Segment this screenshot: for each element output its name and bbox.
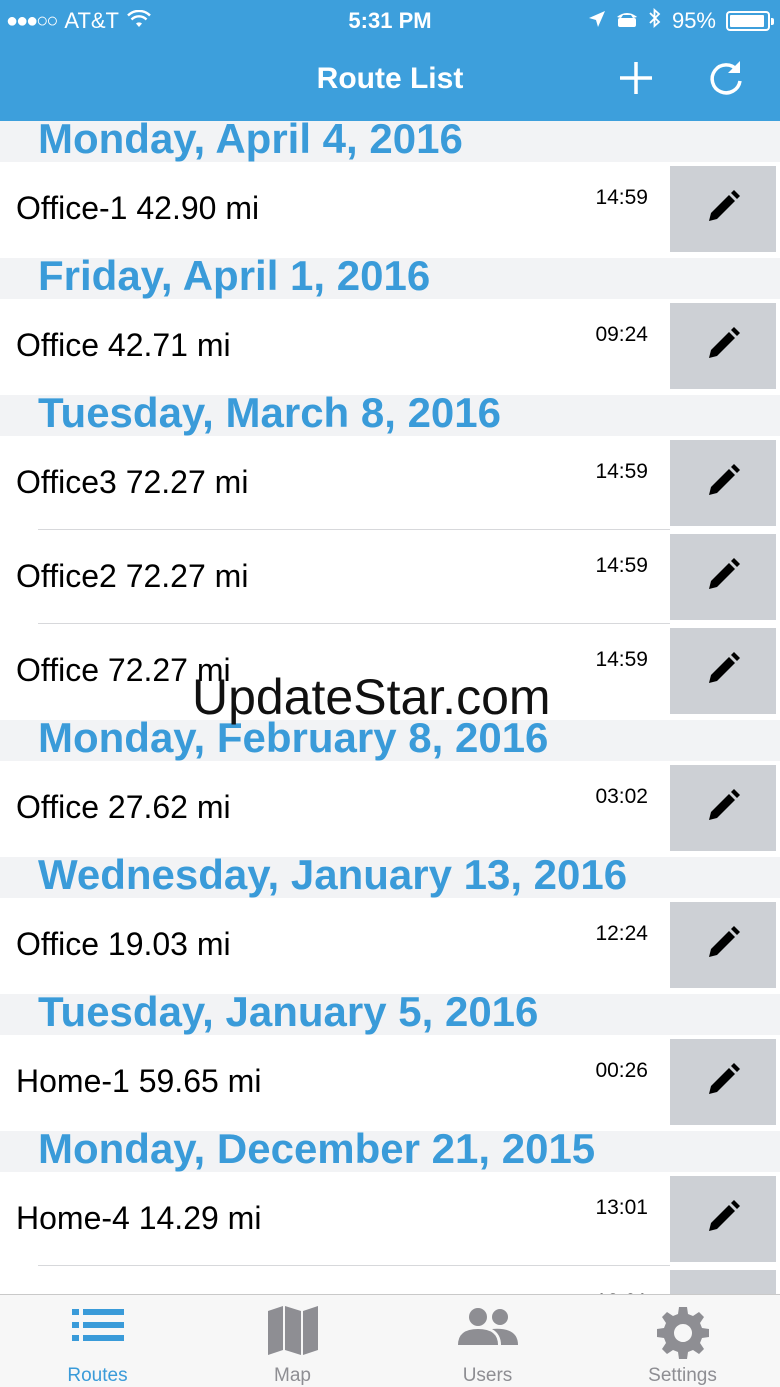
battery-percent: 95%: [671, 8, 716, 33]
section-date: Wednesday, January 13, 2016: [38, 851, 628, 898]
route-time: 12:24: [595, 922, 648, 945]
edit-route-button[interactable]: [670, 1039, 776, 1125]
edit-route-button[interactable]: [670, 166, 776, 252]
list-icon: [0, 1305, 195, 1345]
route-row[interactable]: Office 42.71 mi 09:24: [0, 299, 780, 393]
tab-bar: Routes Map Users Settings: [0, 1294, 780, 1387]
route-row[interactable]: Office-1 42.90 mi 14:59: [0, 162, 780, 256]
edit-route-button[interactable]: [670, 1176, 776, 1262]
section-date: Monday, April 4, 2016: [38, 121, 463, 162]
section-header: Monday, April 4, 2016: [0, 121, 780, 162]
route-label: Office-1 42.90 mi: [16, 190, 260, 226]
pencil-icon: [703, 1060, 743, 1105]
users-icon: [390, 1305, 585, 1349]
status-bar: ●●●○○ AT&T 5:31 PM 95%: [0, 0, 780, 40]
section-date: Tuesday, January 5, 2016: [38, 988, 539, 1035]
pencil-icon: [703, 1197, 743, 1242]
edit-route-button[interactable]: [670, 1270, 776, 1294]
plus-icon: [618, 60, 654, 101]
add-route-button[interactable]: [610, 54, 662, 106]
pencil-icon: [703, 461, 743, 506]
tab-label-routes: Routes: [67, 1365, 128, 1386]
edit-route-button[interactable]: [670, 534, 776, 620]
bluetooth-icon: [648, 7, 662, 34]
section-date: Friday, April 1, 2016: [38, 252, 431, 299]
route-label: Office 72.27 mi: [16, 652, 231, 688]
route-time: 14:59: [595, 648, 648, 671]
route-label: Office 19.03 mi: [16, 926, 231, 962]
section-header: Monday, December 21, 2015: [0, 1125, 780, 1172]
section-header: Friday, April 1, 2016: [0, 252, 780, 299]
route-row[interactable]: Office3 72.27 mi 14:59: [0, 436, 780, 530]
route-label: Office 27.62 mi: [16, 789, 231, 825]
route-time: 13:01: [595, 1196, 648, 1219]
route-row[interactable]: Office2 72.27 mi 14:59: [0, 530, 780, 624]
pencil-icon: [703, 786, 743, 831]
tab-label-settings: Settings: [648, 1365, 717, 1386]
section-header: Wednesday, January 13, 2016: [0, 851, 780, 898]
tab-map[interactable]: Map: [195, 1295, 390, 1387]
status-right: 95%: [588, 7, 774, 34]
edit-route-button[interactable]: [670, 765, 776, 851]
edit-route-button[interactable]: [670, 628, 776, 714]
route-row[interactable]: Home-1 59.65 mi 00:26: [0, 1035, 780, 1129]
gear-icon: [585, 1305, 780, 1361]
section-date: Monday, February 8, 2016: [38, 714, 549, 761]
tab-users[interactable]: Users: [390, 1295, 585, 1387]
route-time: 14:59: [595, 460, 648, 483]
location-arrow-icon: [588, 8, 606, 34]
route-row[interactable]: Office 27.62 mi 03:02: [0, 761, 780, 855]
refresh-button[interactable]: [700, 54, 752, 106]
tab-settings[interactable]: Settings: [585, 1295, 780, 1387]
section-date: Tuesday, March 8, 2016: [38, 389, 502, 436]
refresh-icon: [707, 59, 745, 102]
route-row[interactable]: Office 72.27 mi 14:59: [0, 624, 780, 718]
phone-icon: [616, 8, 638, 34]
page-title: Route List: [316, 62, 464, 95]
edit-route-button[interactable]: [670, 440, 776, 526]
route-row[interactable]: Home-4 14.29 mi 13:01: [0, 1172, 780, 1266]
pencil-icon: [703, 649, 743, 694]
route-row[interactable]: Home-3 14.29 mi13:01: [0, 1266, 780, 1294]
pencil-icon: [703, 923, 743, 968]
battery-fill: [730, 15, 765, 27]
edit-route-button[interactable]: [670, 303, 776, 389]
route-time: 14:59: [595, 186, 648, 209]
pencil-icon: [703, 555, 743, 600]
section-header: Monday, February 8, 2016: [0, 714, 780, 761]
route-label: Office 42.71 mi: [16, 327, 231, 363]
nav-bar: Route List: [0, 40, 780, 121]
route-time: 00:26: [595, 1059, 648, 1082]
route-time: 14:59: [595, 554, 648, 577]
tab-routes[interactable]: Routes: [0, 1295, 195, 1387]
route-time: 09:24: [595, 323, 648, 346]
section-header: Tuesday, March 8, 2016: [0, 389, 780, 436]
tab-label-map: Map: [274, 1365, 311, 1386]
battery-icon: [726, 11, 774, 31]
route-row[interactable]: Office 19.03 mi 12:24: [0, 898, 780, 992]
section-header: Tuesday, January 5, 2016: [0, 988, 780, 1035]
tab-label-users: Users: [462, 1365, 513, 1386]
route-list[interactable]: Monday, April 4, 2016 Office-1 42.90 mi 14…: [0, 121, 780, 1294]
route-label: Office2 72.27 mi: [16, 558, 249, 594]
route-label: Home-1 59.65 mi: [16, 1063, 262, 1099]
map-icon: [195, 1305, 390, 1357]
pencil-icon: [703, 324, 743, 369]
route-label: Office3 72.27 mi: [16, 464, 249, 500]
route-label: Home-4 14.29 mi: [16, 1200, 262, 1236]
pencil-icon: [703, 187, 743, 232]
route-time: 03:02: [595, 785, 648, 808]
section-date: Monday, December 21, 2015: [38, 1125, 596, 1172]
edit-route-button[interactable]: [670, 902, 776, 988]
